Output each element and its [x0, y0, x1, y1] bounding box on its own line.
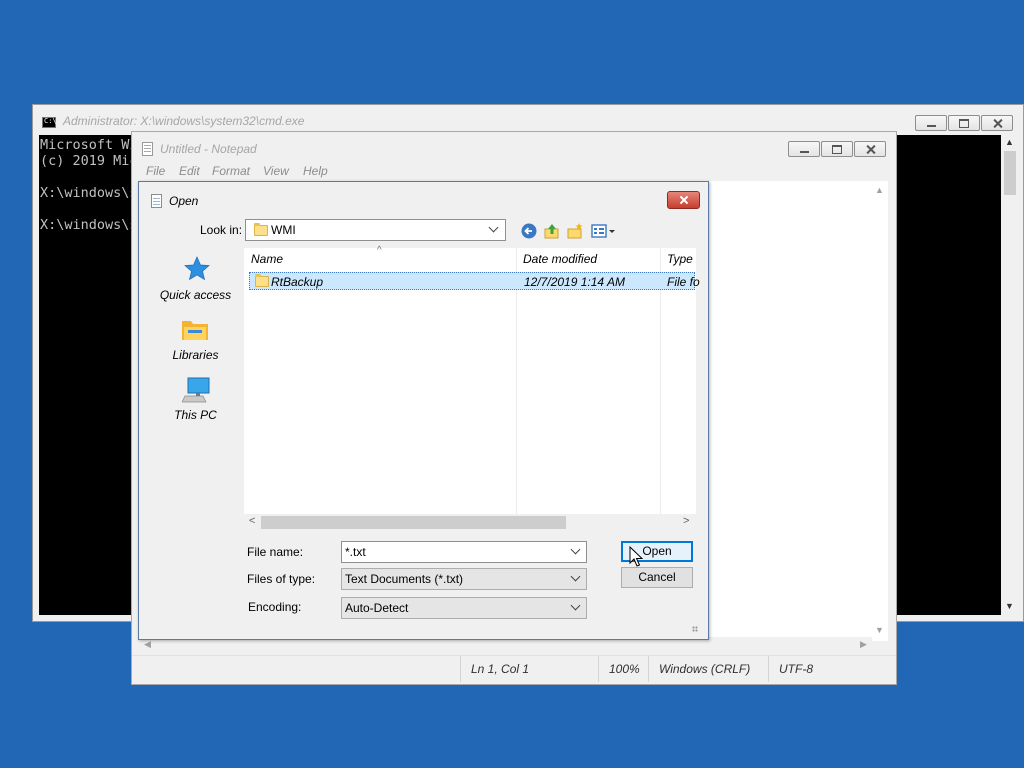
quick-access-star-icon [184, 256, 210, 281]
minimize-icon [916, 116, 946, 130]
chevron-down-icon [571, 601, 581, 611]
maximize-icon [949, 116, 979, 130]
scroll-right-icon[interactable]: > [683, 515, 689, 527]
files-of-type-value: Text Documents (*.txt) [345, 572, 464, 586]
cmd-scroll-thumb[interactable] [1004, 151, 1016, 195]
libraries-icon [182, 321, 208, 340]
table-row[interactable]: RtBackup 12/7/2019 1:14 AM File fo [249, 272, 700, 290]
notepad-maximize-button[interactable] [821, 141, 853, 157]
scroll-right-icon[interactable]: ▶ [860, 639, 867, 650]
file-date-cell: 12/7/2019 1:14 AM [524, 275, 625, 289]
close-icon [982, 116, 1012, 130]
back-icon[interactable] [520, 222, 538, 240]
file-name-value: *.txt [345, 545, 366, 559]
notepad-minimize-button[interactable] [788, 141, 820, 157]
up-folder-icon[interactable] [543, 222, 561, 240]
notepad-close-button[interactable] [854, 141, 886, 157]
files-of-type-label: Files of type: [247, 572, 316, 586]
console-line: (c) 2019 Mic [40, 153, 138, 169]
look-in-value: WMI [271, 223, 296, 237]
column-header-date[interactable]: Date modified [523, 252, 597, 266]
cmd-title: Administrator: X:\windows\system32\cmd.e… [63, 114, 305, 128]
file-name-label: File name: [247, 545, 304, 559]
cancel-button[interactable]: Cancel [621, 567, 693, 588]
sort-arrow-icon: ^ [377, 245, 382, 256]
notepad-vscrollbar[interactable]: ▲ ▼ [872, 181, 888, 641]
place-libraries[interactable]: Libraries [148, 316, 243, 368]
cmd-icon: C:\ [42, 117, 57, 128]
file-name-input[interactable]: *.txt [341, 541, 587, 563]
open-dialog-titlebar[interactable]: Open [139, 182, 708, 216]
places-bar: Quick access Libraries This PC [148, 248, 243, 448]
menu-file[interactable]: File [146, 164, 165, 178]
cmd-scrollbar[interactable]: ▲ ▼ [1001, 135, 1018, 615]
file-list[interactable]: ^ Name Date modified Type RtBackup 12/7/… [244, 245, 700, 514]
look-in-label: Look in: [200, 223, 243, 237]
console-line: X:\windows\s [40, 217, 138, 233]
cmd-close-button[interactable] [981, 115, 1013, 131]
notepad-icon [151, 194, 162, 208]
dialog-close-button[interactable] [667, 191, 700, 209]
mouse-cursor-icon [629, 546, 643, 567]
menu-view[interactable]: View [263, 164, 289, 178]
notepad-statusbar: Ln 1, Col 1 100% Windows (CRLF) UTF-8 [132, 655, 896, 682]
files-of-type-dropdown[interactable]: Text Documents (*.txt) [341, 568, 587, 590]
column-header-name[interactable]: Name [251, 252, 283, 266]
scroll-up-icon[interactable]: ▲ [875, 185, 884, 195]
status-position: Ln 1, Col 1 [460, 656, 600, 682]
close-icon [855, 142, 885, 156]
new-folder-icon[interactable] [566, 222, 584, 240]
scroll-down-icon[interactable]: ▼ [875, 625, 884, 635]
scroll-up-icon[interactable]: ▲ [1005, 137, 1014, 147]
notepad-title: Untitled - Notepad [160, 142, 257, 156]
cmd-minimize-button[interactable] [915, 115, 947, 131]
scroll-left-icon[interactable]: ◀ [144, 639, 151, 650]
chevron-down-icon [489, 223, 499, 233]
place-label: Quick access [159, 288, 232, 302]
minimize-icon [789, 142, 819, 156]
cmd-maximize-button[interactable] [948, 115, 980, 131]
folder-icon [255, 274, 269, 287]
status-encoding: UTF-8 [768, 656, 888, 682]
resize-grip-icon[interactable] [688, 622, 698, 632]
notepad-menubar: File Edit Format View Help [132, 161, 896, 181]
menu-help[interactable]: Help [303, 164, 328, 178]
place-label: This PC [174, 408, 217, 422]
maximize-icon [822, 142, 852, 156]
notepad-icon [142, 142, 153, 156]
file-list-hscrollbar[interactable]: < > [244, 514, 696, 531]
this-pc-icon [182, 377, 210, 403]
file-type-cell: File fo [667, 275, 700, 289]
column-header-type[interactable]: Type [667, 252, 693, 266]
scroll-left-icon[interactable]: < [249, 515, 255, 527]
place-quick-access[interactable]: Quick access [148, 256, 243, 308]
encoding-value: Auto-Detect [345, 601, 409, 615]
file-name-cell: RtBackup [271, 275, 324, 289]
status-line-endings: Windows (CRLF) [648, 656, 768, 682]
place-this-pc[interactable]: This PC [148, 376, 243, 428]
hscroll-thumb[interactable] [261, 516, 566, 529]
folder-icon [254, 223, 268, 236]
look-in-dropdown[interactable]: WMI [245, 219, 506, 241]
encoding-label: Encoding: [248, 600, 302, 614]
chevron-down-icon [571, 572, 581, 582]
view-menu-icon[interactable] [590, 222, 616, 240]
scroll-down-icon[interactable]: ▼ [1005, 601, 1014, 611]
chevron-down-icon[interactable] [571, 545, 581, 555]
place-label: Libraries [172, 348, 219, 362]
status-zoom: 100% [598, 656, 648, 682]
open-dialog-title: Open [169, 194, 199, 208]
menu-format[interactable]: Format [212, 164, 250, 178]
menu-edit[interactable]: Edit [179, 164, 200, 178]
console-line: Microsoft Wi [40, 137, 138, 153]
encoding-dropdown[interactable]: Auto-Detect [341, 597, 587, 619]
console-line: X:\windows\s [40, 185, 138, 201]
